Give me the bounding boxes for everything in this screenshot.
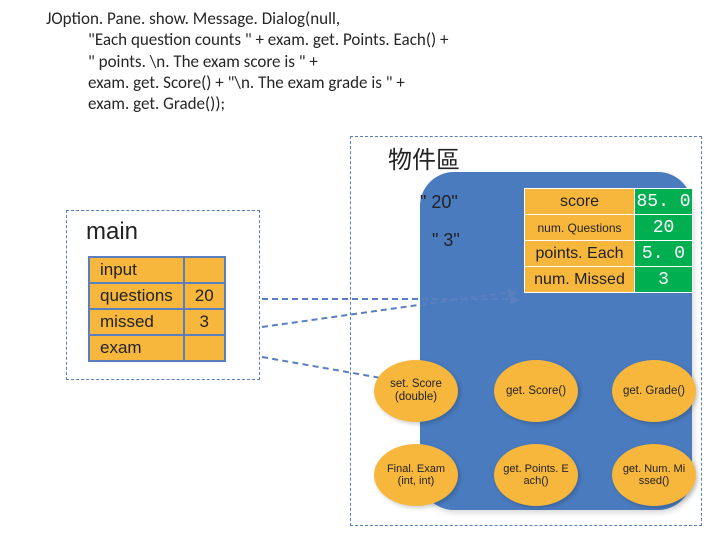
field-row-numMissed: num. Missed 3 <box>525 267 693 293</box>
var-name: missed <box>89 309 184 335</box>
var-row-exam: exam <box>89 335 225 361</box>
var-val: 20 <box>184 283 225 309</box>
arg-20: " 20" <box>420 192 458 213</box>
method-finalExam: Final. Exam (int, int) <box>374 444 458 506</box>
field-name: points. Each <box>525 241 635 267</box>
field-val: 20 <box>635 215 693 241</box>
arrow-questions-to-numquestions <box>262 298 518 300</box>
var-row-input: input <box>89 257 225 283</box>
method-label: get. Score() <box>506 385 566 398</box>
field-val: 85. 0 <box>635 189 693 215</box>
code-line-2: "Each question counts " + exam. get. Poi… <box>88 29 448 50</box>
method-setScore: set. Score (double) <box>374 360 458 422</box>
code-block: JOption. Pane. show. Message. Dialog(nul… <box>46 8 448 114</box>
var-name: input <box>89 257 184 283</box>
method-getPointsEach: get. Points. E ach() <box>494 444 578 506</box>
var-name: exam <box>89 335 184 361</box>
method-getGrade: get. Grade() <box>612 360 696 422</box>
field-val: 5. 0 <box>635 241 693 267</box>
var-row-missed: missed 3 <box>89 309 225 335</box>
method-label: get. Points. E ach() <box>498 463 574 487</box>
arg-3: " 3" <box>432 230 460 251</box>
field-row-pointsEach: points. Each 5. 0 <box>525 241 693 267</box>
field-row-score: score 85. 0 <box>525 189 693 215</box>
var-val: 3 <box>184 309 225 335</box>
code-line-5: exam. get. Grade()); <box>88 93 448 114</box>
field-name: num. Missed <box>525 267 635 293</box>
method-getScore: get. Score() <box>494 360 578 422</box>
var-name: questions <box>89 283 184 309</box>
field-val: 3 <box>635 267 693 293</box>
method-label: get. Num. Mi ssed() <box>616 463 692 487</box>
method-label: Final. Exam (int, int) <box>378 463 454 487</box>
var-row-questions: questions 20 <box>89 283 225 309</box>
var-val <box>184 335 225 361</box>
object-fields: score 85. 0 num. Questions 20 points. Ea… <box>524 188 693 293</box>
method-getNumMissed: get. Num. Mi ssed() <box>612 444 696 506</box>
method-label: get. Grade() <box>623 385 685 398</box>
main-vars-table: input questions 20 missed 3 exam <box>88 256 226 362</box>
main-title: main <box>86 218 138 246</box>
var-val <box>184 257 225 283</box>
field-name: num. Questions <box>525 215 635 241</box>
code-line-1: JOption. Pane. show. Message. Dialog(nul… <box>46 8 448 29</box>
method-label: set. Score (double) <box>378 378 454 403</box>
code-line-4: exam. get. Score() + "\n. The exam grade… <box>88 72 448 93</box>
field-row-numQuestions: num. Questions 20 <box>525 215 693 241</box>
field-name: score <box>525 189 635 215</box>
code-line-3: " points. \n. The exam score is " + <box>88 51 448 72</box>
